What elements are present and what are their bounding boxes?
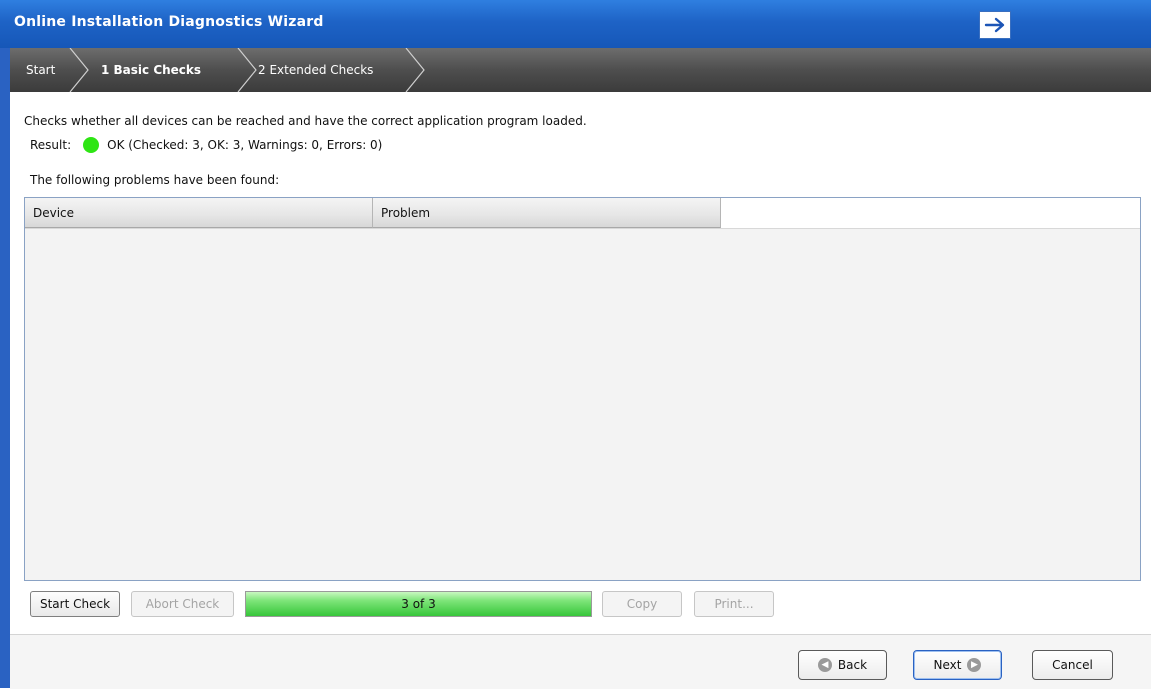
back-arrow-icon: ◀ xyxy=(817,658,832,672)
next-button[interactable]: Next ▶ xyxy=(913,650,1002,680)
title-bar: Online Installation Diagnostics Wizard xyxy=(0,0,1151,48)
breadcrumb: Start 1 Basic Checks 2 Extended Checks xyxy=(0,48,1151,92)
arrow-right-icon xyxy=(984,17,1005,33)
progress-text: 3 of 3 xyxy=(401,597,436,611)
breadcrumb-label: Start xyxy=(26,63,56,77)
window-title: Online Installation Diagnostics Wizard xyxy=(14,14,324,30)
progress-bar: 3 of 3 xyxy=(245,591,592,617)
status-ok-icon xyxy=(83,137,100,153)
result-text: OK (Checked: 3, OK: 3, Warnings: 0, Erro… xyxy=(107,138,383,152)
arrow-right-button[interactable] xyxy=(979,11,1011,39)
next-label: Next xyxy=(933,658,962,672)
cancel-label: Cancel xyxy=(1052,658,1093,672)
copy-button[interactable]: Copy xyxy=(602,591,682,617)
breadcrumb-separator-icon xyxy=(237,48,257,92)
table-header: Device Problem xyxy=(25,198,1140,229)
start-check-button[interactable]: Start Check xyxy=(30,591,120,617)
breadcrumb-item-basic-checks[interactable]: 1 Basic Checks xyxy=(101,48,201,92)
problems-label: The following problems have been found: xyxy=(30,173,280,187)
breadcrumb-item-extended-checks[interactable]: 2 Extended Checks xyxy=(258,48,373,92)
column-header-device[interactable]: Device xyxy=(25,198,373,228)
wizard-content: Checks whether all devices can be reache… xyxy=(0,92,1151,689)
problems-table[interactable]: Device Problem xyxy=(24,197,1141,581)
wizard-footer: ◀ Back Next ▶ Cancel xyxy=(10,634,1151,689)
print-button[interactable]: Print... xyxy=(694,591,774,617)
breadcrumb-label: 1 Basic Checks xyxy=(101,63,202,77)
column-header-problem[interactable]: Problem xyxy=(373,198,721,228)
back-label: Back xyxy=(837,658,868,672)
step-description: Checks whether all devices can be reache… xyxy=(24,114,587,128)
breadcrumb-item-start[interactable]: Start xyxy=(26,48,55,92)
breadcrumb-separator-icon xyxy=(405,48,425,92)
back-button[interactable]: ◀ Back xyxy=(798,650,887,680)
breadcrumb-label: 2 Extended Checks xyxy=(258,63,374,77)
abort-check-button[interactable]: Abort Check xyxy=(131,591,234,617)
cancel-button[interactable]: Cancel xyxy=(1032,650,1113,680)
check-result: Result: OK (Checked: 3, OK: 3, Warnings:… xyxy=(30,137,382,153)
result-label: Result: xyxy=(30,138,72,152)
next-arrow-icon: ▶ xyxy=(967,658,982,672)
breadcrumb-separator-icon xyxy=(69,48,89,92)
